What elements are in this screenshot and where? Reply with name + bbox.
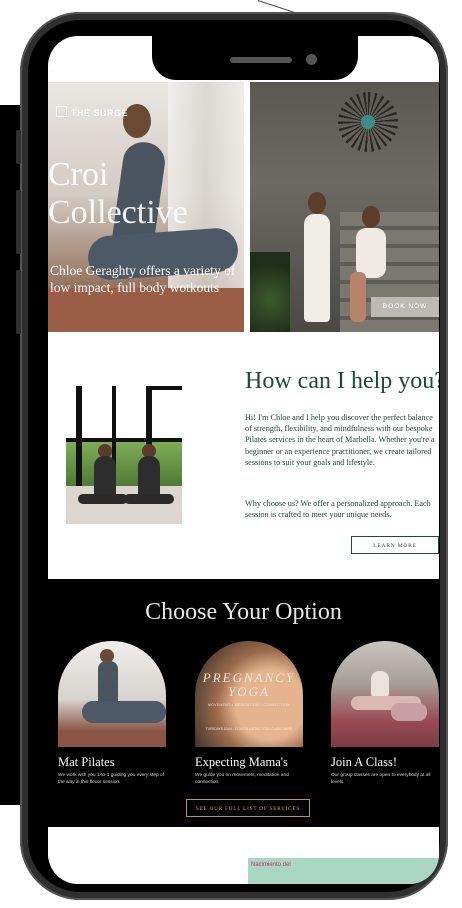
student-legs [124, 494, 174, 504]
brand-name: THE SURGE [71, 108, 129, 118]
learn-more-button[interactable]: LEARN MORE [351, 536, 439, 554]
hero-title-line2: Collective [48, 194, 188, 231]
mirror-center [361, 115, 375, 129]
speaker-grille [230, 57, 292, 63]
plant [250, 252, 290, 332]
book-now-button[interactable]: BOOK NOW [371, 297, 439, 317]
hero-image-left: THE SURGE Croi Collective Chloe Geraghty… [48, 82, 244, 332]
page-gap [48, 827, 439, 858]
side-button [16, 270, 21, 334]
window-frame [76, 386, 82, 486]
services-list-button[interactable]: SEE OUR FULL LIST OF SERVICES [186, 799, 310, 817]
hero-title-line1: Croi [48, 156, 109, 193]
woman-sitting-body [356, 228, 386, 278]
woman-standing-body [304, 214, 330, 322]
pregnancy-yoga-tagline: MOVEMENT • MEDITATION • CONNECTION [208, 703, 290, 707]
side-button [16, 130, 21, 164]
garden-view [66, 441, 182, 486]
woman-sitting-leg [350, 272, 366, 322]
option-description: We guide you on movement, meditation and… [195, 773, 289, 785]
option-image: PREGNANCY YOGA MOVEMENT • MEDITATION • C… [195, 641, 303, 747]
side-button [16, 190, 21, 254]
woman-sitting-head [362, 206, 380, 228]
student-legs [78, 494, 128, 504]
option-image [331, 641, 439, 747]
hero-title: Croi Collective [48, 156, 188, 232]
student-body [138, 456, 160, 498]
window-frame [66, 438, 182, 442]
phone-screen: THE SURGE Croi Collective Chloe Geraghty… [48, 36, 439, 884]
help-title: How can I help you? [245, 368, 439, 394]
instructor-leg [82, 701, 166, 723]
hero-subtitle: Chloe Geraghty offers a variety of low i… [50, 263, 236, 295]
option-description: We work with you 1-to-1 guiding you ever… [58, 773, 165, 785]
help-paragraph-why: Why choose us? We offer a personalized a… [245, 499, 431, 520]
options-section: Choose Your Option Mat Pilates We work w… [48, 579, 439, 827]
option-title[interactable]: Mat Pilates [58, 755, 166, 770]
option-title[interactable]: Join A Class! [331, 755, 439, 770]
phone-notch [152, 32, 358, 80]
class-participant [391, 703, 427, 721]
window-frame [146, 386, 182, 390]
option-image [58, 641, 166, 747]
student-body [94, 456, 116, 498]
pregnancy-yoga-title: PREGNANCY YOGA [202, 670, 296, 699]
brand-logo[interactable]: THE SURGE [56, 106, 128, 118]
option-card-expecting-mamas[interactable]: PREGNANCY YOGA MOVEMENT • MEDITATION • C… [195, 641, 303, 786]
help-paragraph-intro: Hi! I'm Chloe and I help you discover th… [245, 413, 435, 467]
help-image [66, 386, 182, 524]
option-title[interactable]: Expecting Mama's [195, 755, 303, 770]
option-card-mat-pilates[interactable]: Mat Pilates We work with you 1-to-1 guid… [58, 641, 166, 786]
camera-icon [306, 54, 317, 65]
brand-mark-icon [56, 106, 67, 117]
woman-standing-head [308, 192, 326, 214]
studio-floor [66, 486, 182, 524]
pregnancy-yoga-schedule: TUESDAYS 10AM - 11.30 PM LATINO YOGA CLA… [205, 727, 293, 731]
hero-image-right [250, 82, 439, 332]
map-label: Nacimiento del [251, 862, 291, 868]
option-description: Our group classes are open to everybody … [331, 773, 431, 785]
options-title: Choose Your Option [145, 599, 342, 625]
option-card-join-a-class[interactable]: Join A Class! Our group classes are open… [331, 641, 439, 786]
